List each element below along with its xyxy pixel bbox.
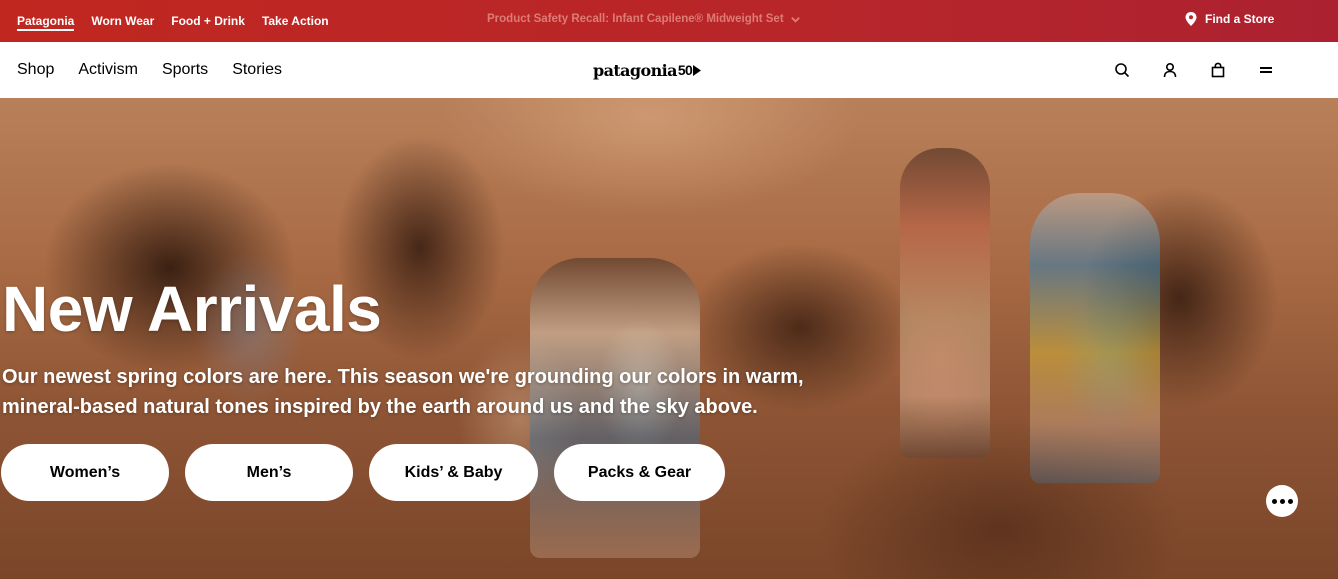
recall-banner-link[interactable]: Product Safety Recall: Infant Capilene® …: [487, 0, 801, 38]
brand-link-worn-wear[interactable]: Worn Wear: [91, 0, 154, 42]
nav-link-shop[interactable]: Shop: [17, 61, 54, 79]
logo-wordmark: patagonia: [593, 60, 677, 80]
menu-button[interactable]: [1256, 60, 1276, 80]
womens-button[interactable]: Women’s: [1, 444, 169, 501]
recall-text: Product Safety Recall: Infant Capilene® …: [487, 13, 784, 25]
nav-link-stories[interactable]: Stories: [232, 61, 282, 79]
account-button[interactable]: [1160, 60, 1180, 80]
brand-link-food-drink[interactable]: Food + Drink: [171, 0, 245, 42]
find-store-link[interactable]: Find a Store: [1185, 0, 1274, 38]
chevron-down-icon: [790, 16, 800, 23]
hero-subtitle-line: Our newest spring colors are here. This …: [2, 366, 804, 388]
more-dots-icon: [1271, 498, 1293, 504]
brand-link-take-action[interactable]: Take Action: [262, 0, 329, 42]
menu-icon: [1260, 67, 1272, 73]
packs-gear-button[interactable]: Packs & Gear: [554, 444, 725, 501]
hiker-figure: [1030, 193, 1160, 483]
location-pin-icon: [1185, 12, 1197, 26]
primary-nav-links: Shop Activism Sports Stories: [17, 42, 282, 98]
patagonia-logo[interactable]: patagonia 50: [593, 58, 702, 82]
utility-bar: Patagonia Worn Wear Food + Drink Take Ac…: [0, 0, 1338, 42]
hiker-figure: [900, 148, 990, 458]
logo-50-mark: 50: [677, 62, 693, 78]
account-icon: [1163, 62, 1177, 78]
play-arrow-icon: [693, 64, 702, 76]
hero-subtitle-line: mineral-based natural tones inspired by …: [2, 396, 758, 418]
search-icon: [1115, 63, 1130, 78]
brand-switcher: Patagonia Worn Wear Food + Drink Take Ac…: [17, 0, 329, 42]
bag-icon: [1211, 62, 1225, 78]
hero-banner: New Arrivals Our newest spring colors ar…: [0, 98, 1338, 579]
search-button[interactable]: [1112, 60, 1132, 80]
nav-link-sports[interactable]: Sports: [162, 61, 208, 79]
cart-button[interactable]: [1208, 60, 1228, 80]
find-store-label: Find a Store: [1205, 12, 1275, 26]
nav-link-activism[interactable]: Activism: [78, 61, 138, 79]
brand-link-patagonia[interactable]: Patagonia: [17, 0, 75, 42]
kids-baby-button[interactable]: Kids’ & Baby: [369, 444, 538, 501]
hero-subtitle: Our newest spring colors are here. This …: [2, 362, 832, 422]
hero-title: New Arrivals: [2, 273, 382, 345]
main-nav: Shop Activism Sports Stories patagonia 5…: [0, 42, 1338, 98]
more-options-button[interactable]: [1266, 485, 1298, 517]
mens-button[interactable]: Men’s: [185, 444, 353, 501]
